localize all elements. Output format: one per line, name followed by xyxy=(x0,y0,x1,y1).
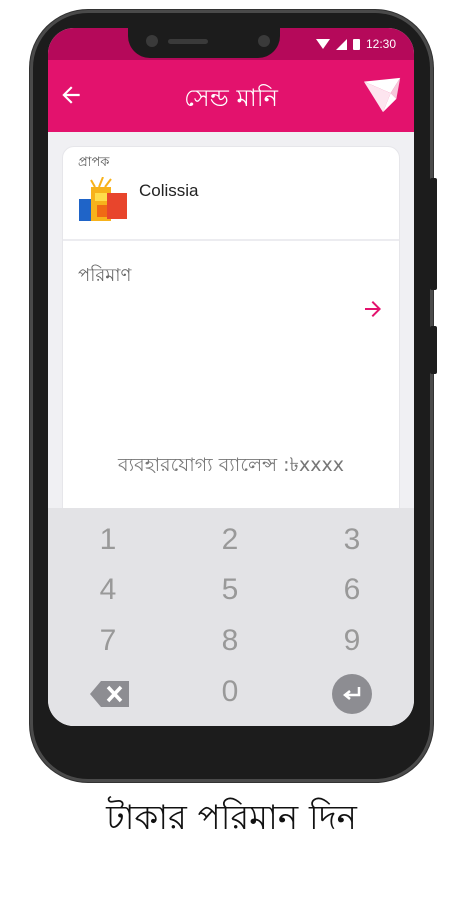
available-balance: ব্যবহারযোগ্য ব্যালেন্স :৳xxxx xyxy=(118,454,344,476)
numeric-keypad: 1 2 3 4 5 6 7 8 9 0 xyxy=(48,508,414,726)
instruction-caption: টাকার পরিমান দিন xyxy=(106,798,357,838)
key-6[interactable]: 6 xyxy=(312,570,392,610)
divider xyxy=(63,239,399,241)
amount-label: পরিমাণ xyxy=(78,265,132,286)
phone-notch xyxy=(128,28,280,58)
key-0[interactable]: 0 xyxy=(190,672,270,712)
camera-icon xyxy=(146,35,158,47)
recipient-avatar xyxy=(79,177,127,221)
recipient-label: প্রাপক xyxy=(78,155,110,170)
enter-icon xyxy=(342,687,361,700)
key-1[interactable]: 1 xyxy=(68,520,148,560)
backspace-icon[interactable] xyxy=(89,679,131,709)
key-4[interactable]: 4 xyxy=(68,570,148,610)
sensor-icon xyxy=(258,35,270,47)
recipient-name: Colissia xyxy=(139,181,199,200)
key-7[interactable]: 7 xyxy=(68,621,148,661)
key-5[interactable]: 5 xyxy=(190,570,270,610)
phone-screen: 12:30 সেন্ড মানি প্রাপক Colissia পরিমাণ xyxy=(48,28,414,726)
enter-button[interactable] xyxy=(332,674,372,714)
wifi-icon xyxy=(315,39,330,49)
signal-icon xyxy=(335,38,347,50)
key-2[interactable]: 2 xyxy=(190,520,270,560)
speaker-grille xyxy=(168,39,208,44)
app-bar: সেন্ড মানি xyxy=(48,60,414,132)
next-arrow-icon[interactable] xyxy=(361,297,385,321)
page-title: সেন্ড মানি xyxy=(184,84,278,112)
key-9[interactable]: 9 xyxy=(312,621,392,661)
status-time: 12:30 xyxy=(365,37,396,51)
volume-button xyxy=(430,178,437,290)
key-8[interactable]: 8 xyxy=(190,621,270,661)
battery-icon xyxy=(352,38,360,50)
key-3[interactable]: 3 xyxy=(312,520,392,560)
bird-logo-icon xyxy=(363,77,401,113)
power-button xyxy=(430,326,437,374)
